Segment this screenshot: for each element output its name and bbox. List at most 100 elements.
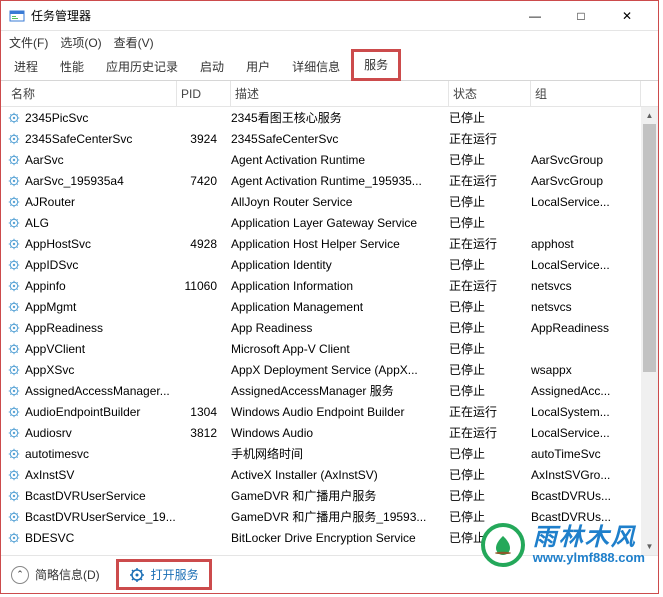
cell-status: 已停止 (449, 487, 531, 504)
table-row[interactable]: AJRouterAllJoyn Router Service已停止LocalSe… (1, 191, 658, 212)
menu-view[interactable]: 查看(V) (110, 32, 158, 53)
cell-name: AppMgmt (7, 300, 177, 314)
cell-status: 正在运行 (449, 403, 531, 420)
services-icon (129, 567, 145, 583)
table-row[interactable]: BcastDVRUserService GameDVR 和广播用户服务已停止Bca… (1, 485, 658, 506)
cell-name: BcastDVRUserService (7, 489, 177, 503)
menu-file[interactable]: 文件(F) (5, 32, 52, 53)
cell-name: AarSvc (7, 153, 177, 167)
col-pid[interactable]: PID (177, 81, 231, 106)
table-row[interactable]: AppIDSvcApplication Identity已停止LocalServ… (1, 254, 658, 275)
cell-name: Appinfo (7, 279, 177, 293)
cell-status: 正在运行 (449, 424, 531, 441)
vertical-scrollbar[interactable]: ▲ ▼ (641, 107, 658, 555)
cell-desc: App Readiness (231, 321, 449, 335)
open-services-button[interactable]: 打开服务 (116, 559, 212, 590)
watermark: 雨林木风 www.ylmf888.com (481, 523, 645, 567)
tab-startup[interactable]: 启动 (189, 53, 235, 81)
cell-group: AarSvcGroup (531, 174, 641, 188)
cell-desc: Microsoft App-V Client (231, 342, 449, 356)
cell-desc: Application Layer Gateway Service (231, 216, 449, 230)
table-row[interactable]: AppReadinessApp Readiness已停止AppReadiness (1, 317, 658, 338)
watermark-brand: 雨林木风 (533, 525, 645, 551)
close-button[interactable]: ✕ (604, 1, 650, 31)
cell-name: BcastDVRUserService_19... (7, 510, 177, 524)
cell-desc: Application Identity (231, 258, 449, 272)
task-manager-window: 任务管理器 — □ ✕ 文件(F) 选项(O) 查看(V) 进程 性能 应用历史… (1, 1, 658, 593)
cell-group: AarSvcGroup (531, 153, 641, 167)
table-row[interactable]: AppXSvcAppX Deployment Service (AppX...已… (1, 359, 658, 380)
cell-desc: Windows Audio Endpoint Builder (231, 405, 449, 419)
cell-desc: GameDVR 和广播用户服务_19593... (231, 508, 449, 525)
cell-name: AudioEndpointBuilder (7, 405, 177, 419)
cell-status: 已停止 (449, 151, 531, 168)
menubar: 文件(F) 选项(O) 查看(V) (1, 31, 658, 53)
cell-name: AppVClient (7, 342, 177, 356)
col-status[interactable]: 状态 (449, 81, 531, 106)
cell-status: 已停止 (449, 319, 531, 336)
cell-status: 已停止 (449, 340, 531, 357)
cell-status: 已停止 (449, 466, 531, 483)
cell-status: 已停止 (449, 445, 531, 462)
cell-status: 已停止 (449, 193, 531, 210)
table-row[interactable]: AssignedAccessManager...AssignedAccessMa… (1, 380, 658, 401)
cell-desc: Windows Audio (231, 426, 449, 440)
col-group[interactable]: 组 (531, 81, 641, 106)
table-row[interactable]: AppHostSvc4928Application Host Helper Se… (1, 233, 658, 254)
scroll-up-icon[interactable]: ▲ (641, 107, 658, 124)
cell-name: AppReadiness (7, 321, 177, 335)
table-row[interactable]: AudioEndpointBuilder1304Windows Audio En… (1, 401, 658, 422)
tab-users[interactable]: 用户 (235, 53, 281, 81)
cell-status: 正在运行 (449, 172, 531, 189)
table-row[interactable]: AarSvc_195935a47420Agent Activation Runt… (1, 170, 658, 191)
cell-status: 已停止 (449, 361, 531, 378)
cell-group: LocalService... (531, 426, 641, 440)
tab-processes[interactable]: 进程 (3, 53, 49, 81)
table-row[interactable]: AppMgmtApplication Management已停止netsvcs (1, 296, 658, 317)
maximize-button[interactable]: □ (558, 1, 604, 31)
cell-desc: AllJoyn Router Service (231, 195, 449, 209)
col-desc[interactable]: 描述 (231, 81, 449, 106)
cell-name: AppXSvc (7, 363, 177, 377)
cell-status: 正在运行 (449, 235, 531, 252)
tab-details[interactable]: 详细信息 (281, 53, 351, 81)
cell-status: 正在运行 (449, 130, 531, 147)
cell-group: netsvcs (531, 300, 641, 314)
cell-desc: Application Information (231, 279, 449, 293)
table-row[interactable]: AppVClient Microsoft App-V Client已停止 (1, 338, 658, 359)
cell-group: BcastDVRUs... (531, 510, 641, 524)
cell-group: BcastDVRUs... (531, 489, 641, 503)
fewer-details-button[interactable]: ⌃ 简略信息(D) (11, 566, 100, 584)
tab-app-history[interactable]: 应用历史记录 (95, 53, 189, 81)
services-table: 名称 PID 描述 状态 组 2345PicSvc2345看图王核心服务已停止2… (1, 81, 658, 555)
minimize-button[interactable]: — (512, 1, 558, 31)
cell-name: AxInstSV (7, 468, 177, 482)
cell-name: AJRouter (7, 195, 177, 209)
cell-desc: GameDVR 和广播用户服务 (231, 487, 449, 504)
cell-desc: Agent Activation Runtime (231, 153, 449, 167)
tab-performance[interactable]: 性能 (49, 53, 95, 81)
table-row[interactable]: AxInstSVActiveX Installer (AxInstSV)已停止A… (1, 464, 658, 485)
watermark-logo-icon (481, 523, 525, 567)
chevron-up-icon: ⌃ (11, 566, 29, 584)
table-row[interactable]: 2345SafeCenterSvc39242345SafeCenterSvc正在… (1, 128, 658, 149)
titlebar: 任务管理器 — □ ✕ (1, 1, 658, 31)
cell-status: 已停止 (449, 214, 531, 231)
table-row[interactable]: Appinfo11060Application Information正在运行n… (1, 275, 658, 296)
cell-status: 已停止 (449, 382, 531, 399)
table-row[interactable]: 2345PicSvc2345看图王核心服务已停止 (1, 107, 658, 128)
menu-options[interactable]: 选项(O) (56, 32, 105, 53)
tab-services[interactable]: 服务 (351, 49, 401, 81)
table-row[interactable]: ALGApplication Layer Gateway Service已停止 (1, 212, 658, 233)
table-row[interactable]: Audiosrv3812Windows Audio正在运行LocalServic… (1, 422, 658, 443)
cell-name: AssignedAccessManager... (7, 384, 177, 398)
scroll-thumb[interactable] (643, 124, 656, 372)
cell-group: wsappx (531, 363, 641, 377)
cell-pid: 7420 (177, 174, 231, 188)
cell-name: Audiosrv (7, 426, 177, 440)
table-row[interactable]: AarSvc Agent Activation Runtime已停止AarSvcG… (1, 149, 658, 170)
cell-group: AssignedAcc... (531, 384, 641, 398)
cell-group: AxInstSVGro... (531, 468, 641, 482)
table-row[interactable]: autotimesvc手机网络时间已停止autoTimeSvc (1, 443, 658, 464)
col-name[interactable]: 名称 (7, 81, 177, 106)
